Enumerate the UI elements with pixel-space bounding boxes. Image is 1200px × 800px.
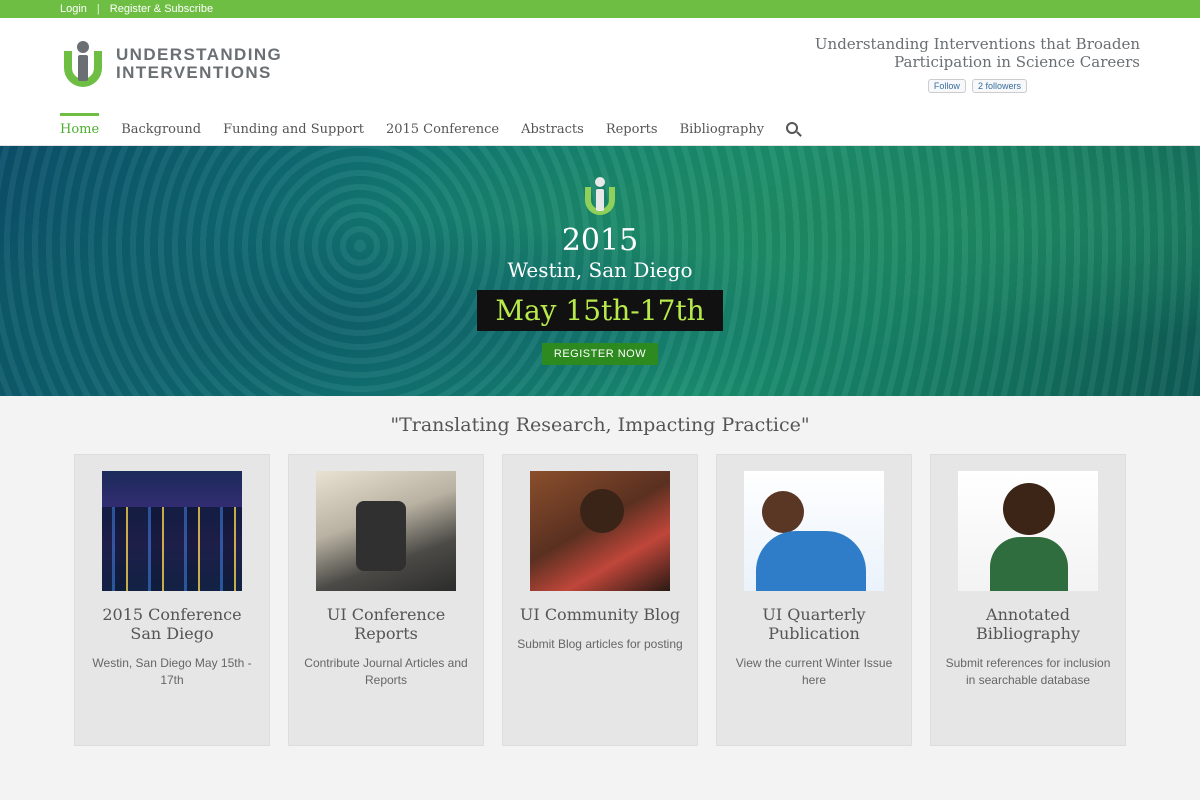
card-title[interactable]: UI Conference Reports bbox=[301, 605, 471, 643]
followers-count: 2 followers bbox=[971, 79, 1027, 93]
hero-venue: Westin, San Diego bbox=[507, 258, 693, 282]
search-icon[interactable] bbox=[786, 122, 799, 134]
hero-year: 2015 bbox=[561, 223, 639, 258]
nav-item-2015-conference[interactable]: 2015 Conference bbox=[386, 113, 499, 145]
register-link[interactable]: Register & Subscribe bbox=[110, 3, 213, 15]
tagline-line-2: Participation in Science Careers bbox=[894, 53, 1140, 71]
social-widgets: Follow 2 followers bbox=[815, 79, 1140, 93]
card-description: Submit references for inclusion in searc… bbox=[945, 656, 1111, 688]
nav-item-home[interactable]: Home bbox=[60, 113, 100, 145]
card-description: View the current Winter Issue here bbox=[735, 656, 893, 688]
follow-button[interactable]: Follow bbox=[927, 79, 966, 93]
card-conference-reports[interactable]: UI Conference Reports Contribute Journal… bbox=[288, 454, 484, 746]
card-description: Westin, San Diego May 15th - 17th bbox=[92, 656, 252, 688]
feature-cards: 2015 Conference San Diego Westin, San Di… bbox=[0, 454, 1200, 746]
logo-line-2: INTERVENTIONS bbox=[116, 63, 272, 82]
card-community-blog[interactable]: UI Community Blog Submit Blog articles f… bbox=[502, 454, 698, 746]
card-title[interactable]: UI Quarterly Publication bbox=[729, 605, 899, 643]
card-description: Submit Blog articles for posting bbox=[517, 637, 683, 652]
tagline-line-1: Understanding Interventions that Broaden bbox=[814, 35, 1140, 53]
card-2015-conference[interactable]: 2015 Conference San Diego Westin, San Di… bbox=[74, 454, 270, 746]
lab-researcher-image[interactable] bbox=[316, 471, 456, 591]
card-quarterly-publication[interactable]: UI Quarterly Publication View the curren… bbox=[716, 454, 912, 746]
nav-item-bibliography[interactable]: Bibliography bbox=[680, 113, 765, 145]
card-title[interactable]: Annotated Bibliography bbox=[943, 605, 1113, 643]
logo-wordmark: UNDERSTANDING INTERVENTIONS bbox=[116, 46, 282, 82]
register-now-button[interactable]: REGISTER NOW bbox=[541, 343, 659, 365]
bibliography-portrait-image[interactable] bbox=[958, 471, 1098, 591]
site-header: UNDERSTANDING INTERVENTIONS Understandin… bbox=[0, 18, 1200, 110]
ui-homepage: Login | Register & Subscribe UNDERSTANDI… bbox=[0, 0, 1200, 800]
mission-quote: "Translating Research, Impacting Practic… bbox=[390, 414, 810, 436]
separator: | bbox=[96, 3, 100, 15]
site-logo[interactable]: UNDERSTANDING INTERVENTIONS bbox=[60, 39, 282, 89]
nav-item-abstracts[interactable]: Abstracts bbox=[521, 113, 584, 145]
main-content: "Translating Research, Impacting Practic… bbox=[0, 396, 1200, 800]
site-tagline: Understanding Interventions that Broaden… bbox=[815, 35, 1140, 93]
main-nav: Home Background Funding and Support 2015… bbox=[0, 110, 1200, 146]
card-annotated-bibliography[interactable]: Annotated Bibliography Submit references… bbox=[930, 454, 1126, 746]
nav-item-background[interactable]: Background bbox=[121, 113, 201, 145]
publication-students-image[interactable] bbox=[744, 471, 884, 591]
logo-line-1: UNDERSTANDING bbox=[116, 45, 283, 65]
logo-icon bbox=[60, 39, 106, 89]
blog-discussion-image[interactable] bbox=[530, 471, 670, 591]
san-diego-skyline-image[interactable] bbox=[102, 471, 242, 591]
nav-item-reports[interactable]: Reports bbox=[606, 113, 658, 145]
card-description: Contribute Journal Articles and Reports bbox=[304, 656, 468, 688]
hero-banner: 2015 Westin, San Diego May 15th-17th REG… bbox=[0, 146, 1200, 396]
card-title[interactable]: 2015 Conference San Diego bbox=[87, 605, 257, 643]
nav-item-funding-and-support[interactable]: Funding and Support bbox=[223, 113, 364, 145]
hero-logo-icon bbox=[582, 177, 618, 217]
card-title[interactable]: UI Community Blog bbox=[520, 605, 680, 624]
utility-bar: Login | Register & Subscribe bbox=[0, 0, 1200, 18]
hero-dates: May 15th-17th bbox=[477, 290, 723, 331]
login-link[interactable]: Login bbox=[60, 3, 87, 15]
